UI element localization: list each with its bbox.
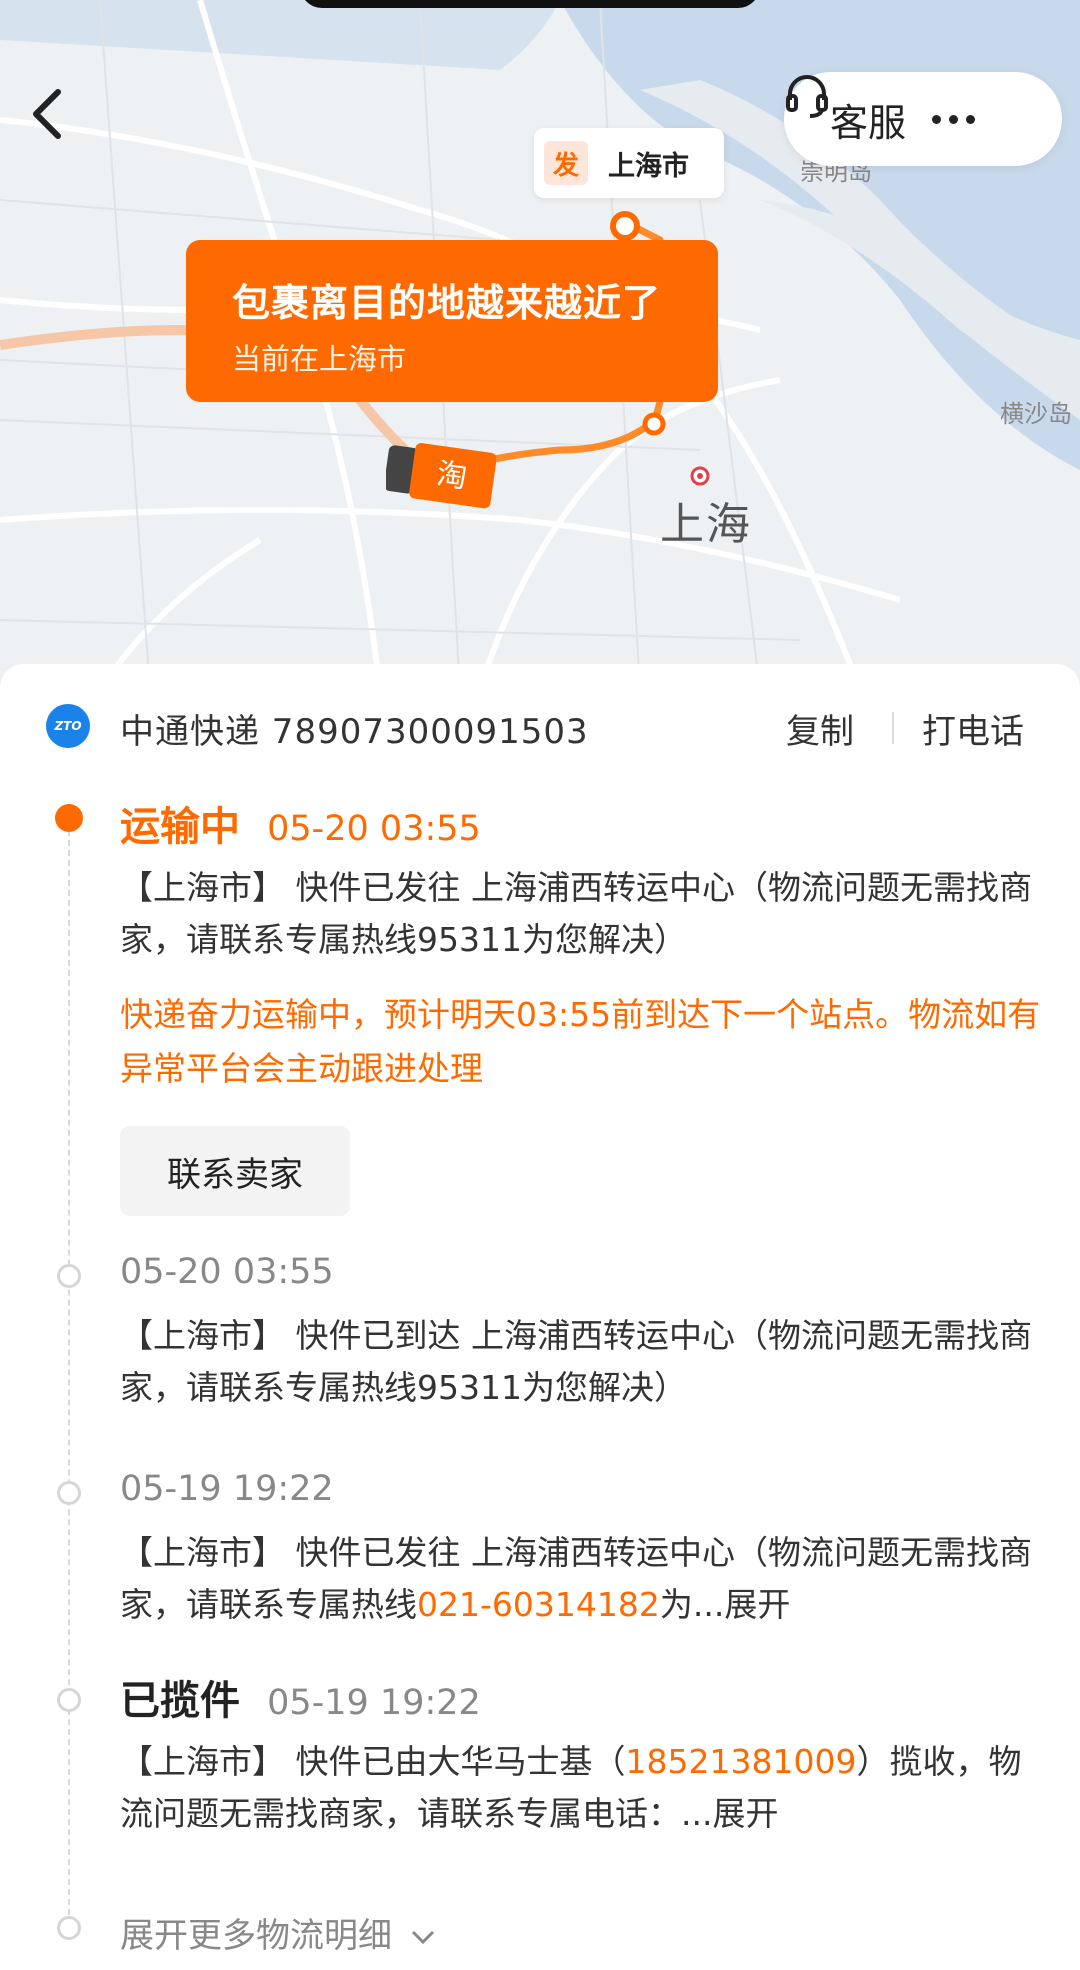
timeline-entry-current: 运输中 05-20 03:55 【上海市】 快件已发往 上海浦西转运中心（物流问… xyxy=(120,794,1050,1216)
desc-text: 【上海市】 快件已由大华马士基（ xyxy=(120,1742,626,1781)
event-time: 05-19 19:22 xyxy=(120,1469,334,1509)
event-description: 【上海市】 快件已由大华马士基（18521381009）揽收，物流问题无需找商家… xyxy=(120,1736,1050,1840)
event-description: 【上海市】 快件已到达 上海浦西转运中心（物流问题无需找商家，请联系专属热线95… xyxy=(120,1316,1032,1407)
expand-link[interactable]: 为...展开 xyxy=(660,1585,790,1624)
timeline-entry: 05-19 19:22 【上海市】 快件已发往 上海浦西转运中心（物流问题无需找… xyxy=(120,1469,1050,1631)
truck-badge: 淘 xyxy=(435,457,470,496)
bubble-title: 包裹离目的地越来越近了 xyxy=(232,281,662,325)
event-time: 05-19 19:22 xyxy=(267,1683,481,1723)
header-actions: 客服 xyxy=(784,72,1062,166)
event-description: 【上海市】 快件已发往 上海浦西转运中心（物流问题无需找商家，请联系专属热线02… xyxy=(120,1527,1050,1631)
origin-tag: 发 上海市 xyxy=(534,128,724,198)
chevron-down-icon xyxy=(411,1930,434,1945)
phone-link[interactable]: 18521381009 xyxy=(626,1742,857,1781)
copy-button[interactable]: 复制 xyxy=(786,704,854,753)
back-button[interactable] xyxy=(30,88,86,148)
chevron-left-icon xyxy=(33,89,61,139)
bubble-subtitle: 当前在上海市 xyxy=(232,342,407,376)
truck-icon: 淘 xyxy=(386,443,496,509)
phone-link[interactable]: 021-60314182 xyxy=(417,1585,660,1624)
timeline-dot xyxy=(57,1688,81,1712)
contact-seller-button[interactable]: 联系卖家 xyxy=(120,1126,350,1216)
tracking-number: 中通快递 78907300091503 xyxy=(120,712,589,752)
divider xyxy=(892,712,894,744)
transit-notice: 快递奋力运输中，预计明天03:55前到达下一个站点。物流如有异常平台会主动跟进处… xyxy=(120,995,1041,1088)
device-notch xyxy=(300,0,760,8)
timeline-dot xyxy=(57,1916,81,1940)
place-label-right: 横沙岛 xyxy=(1000,400,1072,428)
origin-city: 上海市 xyxy=(608,150,689,182)
city-label: 上海 xyxy=(660,499,752,550)
status-time: 05-20 03:55 xyxy=(267,809,481,849)
carrier-row: ZTO 中通快递 78907300091503 复制 打电话 xyxy=(0,694,1080,758)
timeline-dot xyxy=(57,1481,81,1505)
status-title: 已揽件 xyxy=(120,1678,240,1724)
headset-icon xyxy=(786,75,828,118)
customer-service-button[interactable]: 客服 xyxy=(786,75,907,147)
status-bubble: 包裹离目的地越来越近了 当前在上海市 xyxy=(186,240,718,402)
event-description: 【上海市】 快件已发往 上海浦西转运中心（物流问题无需找商家，请联系专属热线95… xyxy=(120,868,1032,959)
more-dots-icon[interactable] xyxy=(932,105,976,134)
timeline-entry-collected: 已揽件 05-19 19:22 【上海市】 快件已由大华马士基（18521381… xyxy=(120,1668,1050,1840)
map-view[interactable]: 崇明岛 横沙岛 淘 上海 客服 发 上海市 包裹离目的地越来越近了 当前在上海市 xyxy=(0,0,1080,690)
carrier-logo: ZTO xyxy=(46,704,90,748)
timeline-entry: 05-20 03:55 【上海市】 快件已到达 上海浦西转运中心（物流问题无需找… xyxy=(120,1252,1050,1414)
origin-badge: 发 xyxy=(544,141,588,185)
status-title: 运输中 xyxy=(120,804,240,850)
expand-more-button[interactable]: 展开更多物流明细 xyxy=(120,1908,437,1957)
timeline-dot-active xyxy=(55,804,83,832)
timeline-line xyxy=(68,820,70,1935)
expand-more-label: 展开更多物流明细 xyxy=(120,1916,392,1956)
call-button[interactable]: 打电话 xyxy=(922,704,1024,753)
logistics-sheet: ZTO 中通快递 78907300091503 复制 打电话 运输中 05-20… xyxy=(0,664,1080,1970)
event-time: 05-20 03:55 xyxy=(120,1252,334,1292)
timeline-dot xyxy=(57,1264,81,1288)
customer-service-label: 客服 xyxy=(830,100,907,145)
